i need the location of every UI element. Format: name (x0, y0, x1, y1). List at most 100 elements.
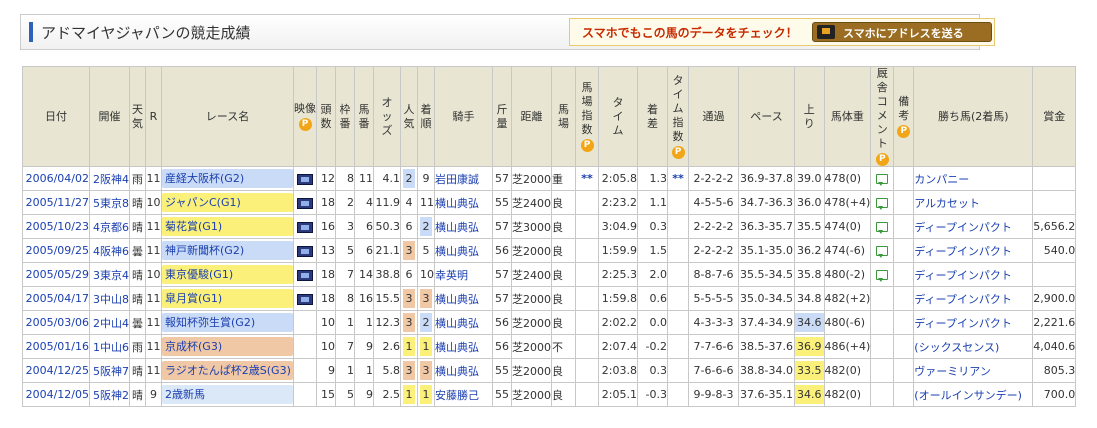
date-cell[interactable]: 2005/01/16 (22, 334, 90, 359)
race-name-link[interactable]: 産経大阪杯(G2) (162, 169, 293, 188)
jockey-cell[interactable]: 横山典弘 (434, 286, 493, 311)
video-cell[interactable] (293, 262, 317, 287)
jockey-cell-text[interactable]: 横山典弘 (436, 317, 480, 330)
comment-icon[interactable] (876, 222, 889, 234)
date-cell[interactable]: 2005/09/25 (22, 238, 90, 263)
date-cell-text[interactable]: 2005/10/23 (26, 220, 89, 233)
jockey-cell-text[interactable]: 横山典弘 (436, 221, 480, 234)
winner-cell-text[interactable]: ディープインパクト (915, 221, 1012, 234)
race-name-cell[interactable]: 皐月賞(G1) (161, 286, 294, 311)
venue-cell[interactable]: 3東京4 (89, 262, 130, 287)
venue-cell-text[interactable]: 2阪神4 (93, 173, 129, 186)
jockey-cell-text[interactable]: 横山典弘 (436, 365, 480, 378)
jockey-cell[interactable]: 横山典弘 (434, 190, 493, 215)
winner-cell[interactable]: ディープインパクト (913, 310, 1034, 335)
venue-cell-text[interactable]: 5東京8 (93, 197, 129, 210)
stable-comment-cell[interactable] (870, 190, 895, 215)
winner-cell[interactable]: アルカセット (913, 190, 1034, 215)
venue-cell[interactable]: 1中山6 (89, 334, 130, 359)
race-name-cell[interactable]: 京成杯(G3) (161, 334, 294, 359)
jockey-cell[interactable]: 横山典弘 (434, 310, 493, 335)
venue-cell-text[interactable]: 4京都6 (93, 221, 129, 234)
race-name-text[interactable]: 産経大阪杯(G2) (165, 172, 244, 185)
winner-cell-text[interactable]: (オールインサンデー) (915, 389, 1022, 402)
date-cell[interactable]: 2005/04/17 (22, 286, 90, 311)
date-cell-text[interactable]: 2005/01/16 (26, 340, 89, 353)
venue-cell-text[interactable]: 5阪神7 (93, 365, 129, 378)
venue-cell-text[interactable]: 5阪神2 (93, 389, 129, 402)
stable-comment-cell[interactable] (870, 238, 895, 263)
date-cell-text[interactable]: 2005/04/17 (26, 292, 89, 305)
race-name-text[interactable]: 神戸新聞杯(G2) (165, 244, 244, 257)
comment-icon[interactable] (876, 270, 889, 282)
venue-cell[interactable]: 4京都6 (89, 214, 130, 239)
stable-comment-cell[interactable] (870, 262, 895, 287)
race-name-text[interactable]: 2歳新馬 (165, 388, 205, 401)
venue-cell[interactable]: 4阪神6 (89, 238, 130, 263)
comment-icon[interactable] (876, 246, 889, 258)
jockey-cell[interactable]: 安藤勝己 (434, 382, 493, 407)
jockey-cell-text[interactable]: 安藤勝己 (436, 389, 480, 402)
venue-cell-text[interactable]: 1中山6 (93, 341, 129, 354)
video-icon[interactable] (297, 245, 313, 257)
jockey-cell[interactable]: 横山典弘 (434, 358, 493, 383)
winner-cell-text[interactable]: ディープインパクト (915, 293, 1012, 306)
winner-cell-text[interactable]: ヴァーミリアン (915, 365, 991, 378)
race-name-cell[interactable]: 2歳新馬 (161, 382, 294, 407)
date-cell[interactable]: 2005/03/06 (22, 310, 90, 335)
jockey-cell-text[interactable]: 横山典弘 (436, 293, 480, 306)
winner-cell[interactable]: (オールインサンデー) (913, 382, 1034, 407)
jockey-cell[interactable]: 横山典弘 (434, 214, 493, 239)
date-cell-text[interactable]: 2005/11/27 (26, 196, 89, 209)
video-cell[interactable] (293, 190, 317, 215)
date-cell[interactable]: 2005/05/29 (22, 262, 90, 287)
venue-cell-text[interactable]: 4阪神6 (93, 245, 129, 258)
venue-cell[interactable]: 5阪神2 (89, 382, 130, 407)
date-cell-text[interactable]: 2004/12/05 (26, 388, 89, 401)
date-cell[interactable]: 2004/12/05 (22, 382, 90, 407)
stable-comment-cell[interactable] (870, 166, 895, 191)
venue-cell[interactable]: 5阪神7 (89, 358, 130, 383)
race-name-link[interactable]: 神戸新聞杯(G2) (162, 241, 293, 260)
comment-icon[interactable] (876, 198, 889, 210)
jockey-cell[interactable]: 岩田康誠 (434, 166, 493, 191)
jockey-cell-text[interactable]: 横山典弘 (436, 197, 480, 210)
winner-cell-text[interactable]: (シックスセンス) (915, 341, 1000, 354)
venue-cell[interactable]: 5東京8 (89, 190, 130, 215)
date-cell-text[interactable]: 2006/04/02 (26, 172, 89, 185)
date-cell[interactable]: 2004/12/25 (22, 358, 90, 383)
video-cell[interactable] (293, 214, 317, 239)
winner-cell-text[interactable]: ディープインパクト (915, 317, 1012, 330)
winner-cell[interactable]: ディープインパクト (913, 286, 1034, 311)
send-address-button[interactable]: スマホにアドレスを送る (812, 22, 992, 42)
winner-cell-text[interactable]: ディープインパクト (915, 269, 1012, 282)
winner-cell-text[interactable]: カンパニー (915, 173, 970, 186)
date-cell[interactable]: 2006/04/02 (22, 166, 90, 191)
venue-cell-text[interactable]: 3中山8 (93, 293, 129, 306)
jockey-cell-text[interactable]: 横山典弘 (436, 341, 480, 354)
venue-cell[interactable]: 2中山4 (89, 310, 130, 335)
race-name-link[interactable]: ジャパンC(G1) (162, 193, 293, 212)
video-cell[interactable] (293, 166, 317, 191)
date-cell-text[interactable]: 2004/12/25 (26, 364, 89, 377)
race-name-text[interactable]: ラジオたんぱ杯2歳S(G3) (165, 364, 291, 377)
winner-cell[interactable]: (シックスセンス) (913, 334, 1034, 359)
race-name-link[interactable]: 東京優駿(G1) (162, 265, 293, 284)
video-icon[interactable] (297, 221, 313, 233)
date-cell[interactable]: 2005/11/27 (22, 190, 90, 215)
venue-cell[interactable]: 3中山8 (89, 286, 130, 311)
race-name-text[interactable]: ジャパンC(G1) (165, 196, 241, 209)
race-name-link[interactable]: 菊花賞(G1) (162, 217, 293, 236)
comment-icon[interactable] (876, 174, 889, 186)
race-name-cell[interactable]: 神戸新聞杯(G2) (161, 238, 294, 263)
winner-cell[interactable]: カンパニー (913, 166, 1034, 191)
venue-cell[interactable]: 2阪神4 (89, 166, 130, 191)
winner-cell[interactable]: ディープインパクト (913, 262, 1034, 287)
video-icon[interactable] (297, 269, 313, 281)
winner-cell[interactable]: ヴァーミリアン (913, 358, 1034, 383)
race-name-cell[interactable]: 菊花賞(G1) (161, 214, 294, 239)
jockey-cell[interactable]: 横山典弘 (434, 334, 493, 359)
jockey-cell[interactable]: 横山典弘 (434, 238, 493, 263)
race-name-cell[interactable]: ラジオたんぱ杯2歳S(G3) (161, 358, 294, 383)
winner-cell[interactable]: ディープインパクト (913, 238, 1034, 263)
